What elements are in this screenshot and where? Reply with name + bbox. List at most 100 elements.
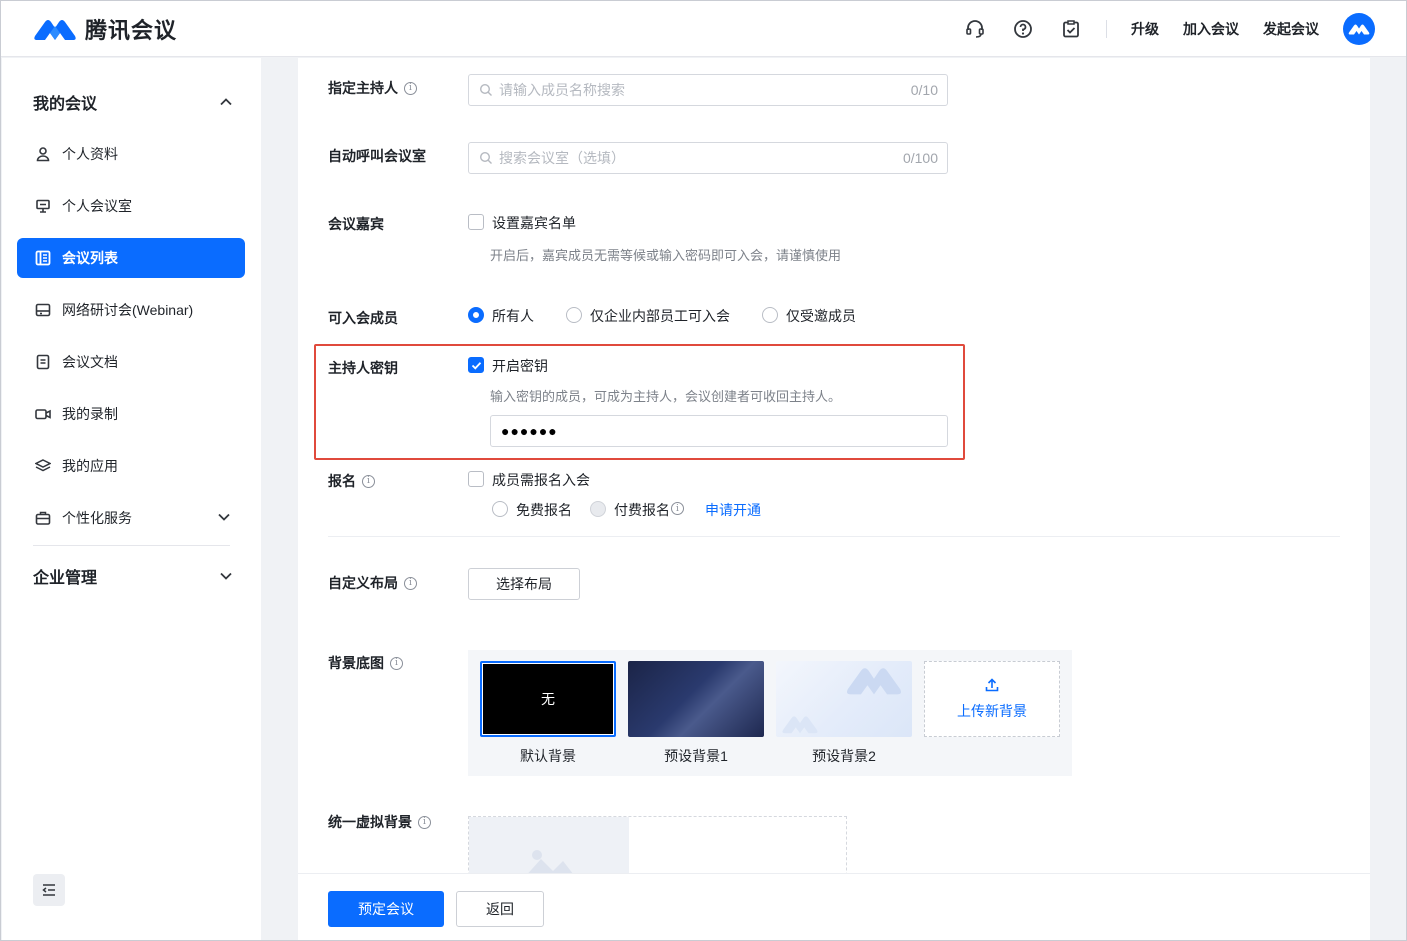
host-count: 0/10 [910,82,938,98]
app-window: 腾讯会议 升级 加入会议 发起会议 我的会议 个人资料 个人会议室 会议列表 网… [0,0,1407,941]
schedule-meeting-button[interactable]: 预定会议 [328,891,444,927]
background-options: 无 默认背景 预设背景1 预设背景2 上传新背景 [468,650,1072,776]
signup-label: 报名 i [328,471,375,491]
apply-activation-link[interactable]: 申请开通 [705,500,761,520]
enterprise-header[interactable]: 企业管理 [33,564,233,588]
brand[interactable]: 腾讯会议 [33,13,177,45]
host-label-text: 指定主持人 [328,80,398,96]
guest-list-checkbox-label: 设置嘉宾名单 [492,215,576,231]
host-key-checkbox[interactable] [468,357,484,373]
layout-label-text: 自定义布局 [328,575,398,591]
guest-hint: 开启后，嘉宾成员无需等候或输入密码即可入会，请谨慎使用 [490,248,842,263]
room-search-field[interactable]: 0/100 [468,142,948,174]
my-meetings-title: 我的会议 [33,96,98,113]
scrollbar-track[interactable] [1370,58,1406,940]
background-preset2-caption: 预设背景2 [812,748,876,764]
background-default-caption: 默认背景 [520,748,576,764]
info-icon[interactable]: i [404,576,417,590]
host-search-field[interactable]: 0/10 [468,74,948,106]
info-icon[interactable]: i [390,656,403,670]
host-key-label: 主持人密钥 [328,360,398,376]
sidebar-item-personalized[interactable]: 个性化服务 [17,498,245,538]
signup-required-checkbox[interactable] [468,471,484,487]
headset-icon[interactable] [964,18,986,40]
guests-label: 会议嘉宾 [328,216,384,232]
avatar[interactable] [1343,13,1375,45]
sidebar-item-webinar[interactable]: 网络研讨会(Webinar) [17,290,245,330]
check-icon [471,361,481,370]
chevron-down-icon [218,513,230,521]
guest-list-checkbox[interactable] [468,214,484,230]
sidebar-item-label: 网络研讨会(Webinar) [62,302,194,318]
sidebar-item-profile[interactable]: 个人资料 [17,134,245,174]
clipboard-check-icon[interactable] [1060,18,1082,40]
section-divider [328,536,1340,537]
signup-free-radio[interactable] [492,501,508,517]
tencent-meeting-logo-icon [34,20,76,40]
search-icon [479,83,492,96]
top-actions: 升级 加入会议 发起会议 [938,1,1406,57]
background-default-thumb[interactable]: 无 [480,661,616,737]
sidebar-item-label: 我的录制 [62,406,118,422]
upload-background-button[interactable]: 上传新背景 [924,661,1060,737]
signup-free-label: 免费报名 [516,502,572,518]
info-icon[interactable]: i [671,502,684,515]
video-icon [35,406,51,422]
sidebar-item-label: 个人会议室 [62,198,132,214]
members-option-all: 所有人 [492,308,534,324]
enterprise-title: 企业管理 [33,570,98,587]
chevron-up-icon [220,98,232,106]
background-preset2-thumb[interactable] [776,661,912,737]
sidebar-item-label: 个人资料 [62,146,118,162]
my-meetings-header[interactable]: 我的会议 [33,90,233,114]
top-divider [1106,20,1107,38]
host-search-input[interactable] [499,82,911,98]
user-icon [35,146,51,162]
auto-call-label: 自动呼叫会议室 [328,148,426,164]
members-radio-invited[interactable] [762,307,778,323]
sidebar-item-label: 我的应用 [62,458,118,474]
document-icon [35,354,51,370]
sidebar-item-personal-room[interactable]: 个人会议室 [17,186,245,226]
info-icon[interactable]: i [404,81,417,95]
sidebar-item-recordings[interactable]: 我的录制 [17,394,245,434]
sidebar: 我的会议 个人资料 个人会议室 会议列表 网络研讨会(Webinar) 会议文档… [2,58,261,940]
help-icon[interactable] [1012,18,1034,40]
members-radio-internal[interactable] [566,307,582,323]
form-footer: 预定会议 返回 [298,873,1370,940]
layers-icon [35,458,51,474]
background-label-text: 背景底图 [328,655,384,671]
meeting-form: 指定主持人 i 0/10 自动呼叫会议室 0/100 会议嘉宾 设置嘉宾名单 开… [298,58,1370,940]
signup-label-text: 报名 [328,473,356,489]
upload-icon [985,678,999,692]
signup-paid-radio [590,501,606,517]
choose-layout-button[interactable]: 选择布局 [468,568,580,600]
host-key-password-value: ●●●●●● [501,423,558,439]
briefcase-icon [35,510,51,526]
sidebar-item-docs[interactable]: 会议文档 [17,342,245,382]
join-meeting-link[interactable]: 加入会议 [1183,19,1239,39]
background-preset1-caption: 预设背景1 [664,748,728,764]
host-key-hint: 输入密钥的成员，可成为主持人，会议创建者可收回主持人。 [490,389,842,404]
chevron-down-icon [220,572,232,580]
background-preset1-thumb[interactable] [628,661,764,737]
room-search-input[interactable] [499,150,903,166]
sidebar-divider [33,545,230,546]
members-option-internal: 仅企业内部员工可入会 [590,308,730,324]
back-button[interactable]: 返回 [456,891,544,927]
collapse-sidebar-button[interactable] [33,874,65,906]
host-key-password-field[interactable]: ●●●●●● [490,415,948,447]
info-icon[interactable]: i [418,815,431,829]
search-icon [479,151,492,164]
upload-background-label: 上传新背景 [957,703,1027,719]
upgrade-link[interactable]: 升级 [1131,19,1159,39]
info-icon[interactable]: i [362,474,375,488]
members-label: 可入会成员 [328,310,398,326]
start-meeting-link[interactable]: 发起会议 [1263,19,1319,39]
logo-watermark-icon [782,716,818,734]
logo-watermark-icon [846,668,902,695]
sidebar-item-apps[interactable]: 我的应用 [17,446,245,486]
sidebar-item-meeting-list[interactable]: 会议列表 [17,238,245,278]
sidebar-item-label: 个性化服务 [62,510,132,526]
members-radio-all[interactable] [468,307,484,323]
